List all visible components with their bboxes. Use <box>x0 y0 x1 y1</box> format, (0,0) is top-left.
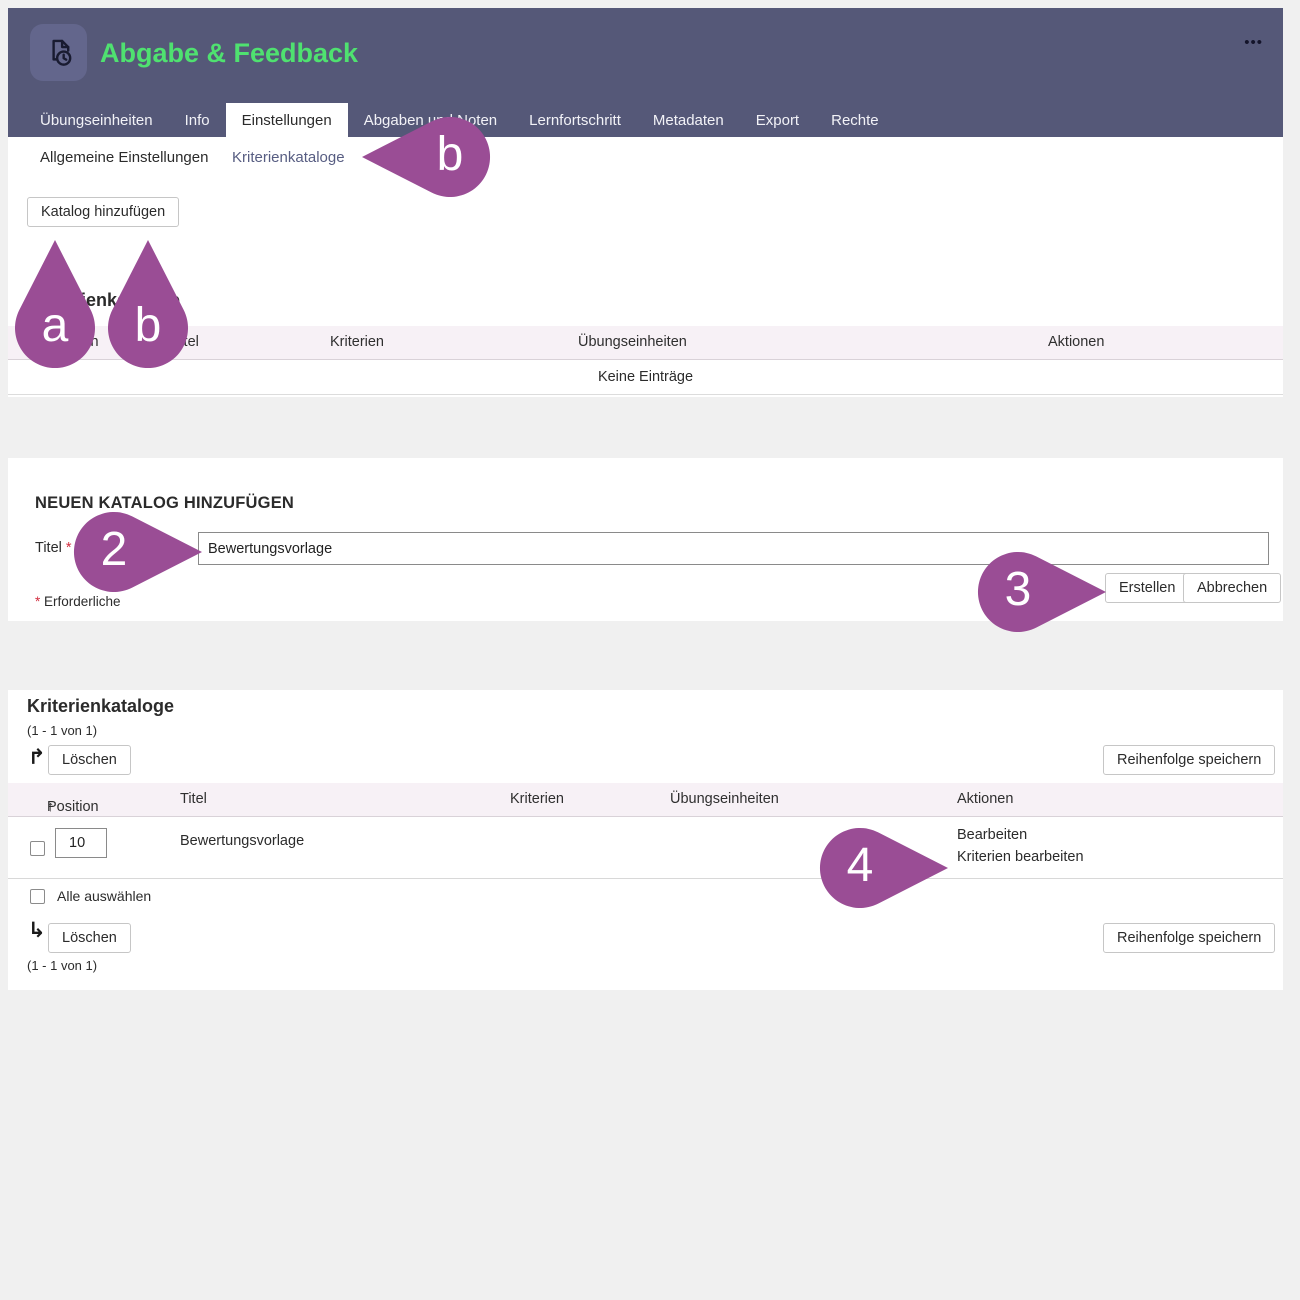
result-count-bottom: (1 - 1 von 1) <box>27 958 97 973</box>
required-asterisk: * <box>66 540 72 556</box>
add-catalog-button[interactable]: Katalog hinzufügen <box>27 197 179 227</box>
object-panel: Abgabe & Feedback ••• Übungseinheiten In… <box>8 8 1283 397</box>
title-field-label: Titel * <box>35 540 72 556</box>
annotation-label: 4 <box>847 842 874 890</box>
subtab-kriterienkataloge[interactable]: Kriterienkataloge <box>232 149 345 166</box>
annotation-label: b <box>437 131 464 179</box>
result-count-top: (1 - 1 von 1) <box>27 723 97 738</box>
page-title: Abgabe & Feedback <box>100 38 358 69</box>
edit-action-link[interactable]: Bearbeiten <box>957 827 1027 843</box>
table-row: Bewertungsvorlage Bearbeiten Kriterien b… <box>8 817 1283 879</box>
tab-bar: Übungseinheiten Info Einstellungen Abgab… <box>8 103 1283 137</box>
tab-export[interactable]: Export <box>740 103 815 137</box>
delete-button-top[interactable]: Löschen <box>48 745 131 775</box>
object-header: Abgabe & Feedback ••• <box>8 8 1283 103</box>
save-order-button-bottom[interactable]: Reihenfolge speichern <box>1103 923 1275 953</box>
required-asterisk: * <box>35 594 40 609</box>
save-order-button-top[interactable]: Reihenfolge speichern <box>1103 745 1275 775</box>
cancel-button[interactable]: Abbrechen <box>1183 573 1281 603</box>
sort-ascending-icon: ↑ <box>47 799 54 815</box>
select-all-label: Alle auswählen <box>57 888 151 904</box>
annotation-label: a <box>42 302 69 350</box>
catalogs-panel: Kriterienkataloge (1 - 1 von 1) ↱ Lösche… <box>8 690 1283 990</box>
create-button[interactable]: Erstellen <box>1105 573 1189 603</box>
empty-table-message: Keine Einträge <box>8 369 1283 395</box>
tab-metadaten[interactable]: Metadaten <box>637 103 740 137</box>
empty-table-header-row: Position Titel Kriterien Übungseinheiten… <box>8 326 1283 360</box>
required-note: * Erforderliche <box>35 594 121 609</box>
tab-einstellungen[interactable]: Einstellungen <box>226 103 348 137</box>
more-actions-icon[interactable]: ••• <box>1244 34 1263 51</box>
column-kriterien: Kriterien <box>510 791 564 807</box>
annotation-2-title-input: 2 <box>72 510 204 594</box>
edit-criteria-action-link[interactable]: Kriterien bearbeiten <box>957 849 1084 865</box>
column-uebungseinheiten: Übungseinheiten <box>670 791 779 807</box>
annotation-3-create-button: 3 <box>976 550 1108 634</box>
column-kriterien: Kriterien <box>330 334 384 350</box>
tab-uebungseinheiten[interactable]: Übungseinheiten <box>24 103 169 137</box>
subtab-allgemeine-einstellungen[interactable]: Allgemeine Einstellungen <box>40 149 208 166</box>
annotation-a-add-button: a <box>13 238 97 370</box>
table-header-row: Position ↑ Titel Kriterien Übungseinheit… <box>8 783 1283 817</box>
title-input[interactable] <box>198 532 1269 565</box>
annotation-label: b <box>135 302 162 350</box>
tab-lernfortschritt[interactable]: Lernfortschritt <box>513 103 637 137</box>
column-titel: Titel <box>180 791 207 807</box>
delete-button-bottom[interactable]: Löschen <box>48 923 131 953</box>
row-checkbox[interactable] <box>30 841 45 856</box>
row-title: Bewertungsvorlage <box>180 833 304 849</box>
exercise-icon <box>30 24 87 81</box>
apply-to-selected-top-icon: ↱ <box>28 747 46 768</box>
annotation-label: 2 <box>101 526 128 574</box>
annotation-4-actions: 4 <box>818 826 950 910</box>
column-aktionen: Aktionen <box>957 791 1013 807</box>
select-all-checkbox[interactable] <box>30 889 45 904</box>
annotation-b-subtab: b <box>360 115 492 199</box>
position-input[interactable] <box>55 828 107 858</box>
column-aktionen: Aktionen <box>1048 334 1104 350</box>
annotation-b-add-button: b <box>106 238 190 370</box>
column-uebungseinheiten: Übungseinheiten <box>578 334 687 350</box>
apply-to-selected-bottom-icon: ↳ <box>28 920 46 941</box>
tab-info[interactable]: Info <box>169 103 226 137</box>
annotation-label: 3 <box>1005 566 1032 614</box>
tab-rechte[interactable]: Rechte <box>815 103 895 137</box>
table-heading: Kriterienkataloge <box>27 696 174 717</box>
